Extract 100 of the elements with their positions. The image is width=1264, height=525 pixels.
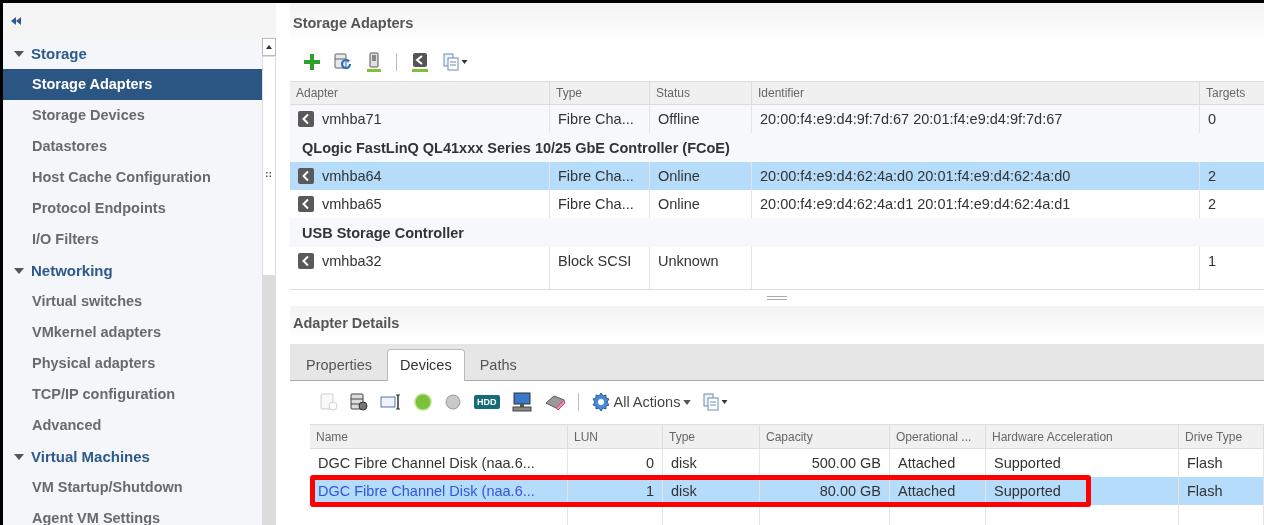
table-cell: 20:00:f4:e9:d4:62:4a:d0 20:01:f4:e9:d4:62:4a:d0 bbox=[760, 168, 1071, 185]
table-cell: 80.00 GB bbox=[819, 483, 881, 499]
sidebar-item[interactable]: TCP/IP configuration bbox=[3, 379, 262, 410]
column-header[interactable]: Operational ... bbox=[890, 425, 986, 448]
caret-icon bbox=[461, 59, 468, 64]
adapter-icon bbox=[298, 111, 314, 128]
section-header[interactable]: Networking bbox=[3, 255, 262, 286]
sidebar-item[interactable]: Datastores bbox=[3, 131, 262, 162]
grip-icon[interactable] bbox=[266, 172, 271, 177]
adapter-icon bbox=[298, 253, 314, 270]
column-header[interactable]: LUN bbox=[568, 425, 663, 448]
table-cell: Fibre Cha... bbox=[558, 196, 634, 213]
eraser-icon[interactable] bbox=[543, 393, 566, 412]
computer-icon[interactable] bbox=[511, 392, 532, 413]
table-cell: vmhba32 bbox=[322, 253, 382, 270]
tab[interactable]: Paths bbox=[466, 350, 530, 379]
column-header[interactable]: Type bbox=[550, 82, 650, 105]
storage-gear-icon[interactable] bbox=[350, 393, 368, 412]
adapter-icon bbox=[298, 168, 314, 185]
table-cell: vmhba71 bbox=[322, 111, 382, 128]
column-header[interactable]: Hardware Acceleration bbox=[986, 425, 1179, 448]
collapse-icon[interactable] bbox=[11, 16, 21, 25]
sidebar-item[interactable]: Virtual switches bbox=[3, 286, 262, 317]
sidebar-item[interactable]: Advanced bbox=[3, 410, 262, 441]
table-cell: 20:00:f4:e9:d4:62:4a:d1 20:01:f4:e9:d4:62:4a:d1 bbox=[760, 196, 1071, 213]
column-header[interactable]: Type bbox=[663, 425, 760, 448]
sidebar-item[interactable]: Protocol Endpoints bbox=[3, 193, 262, 224]
adapter-icon bbox=[298, 196, 314, 213]
table-row[interactable]: vmhba71 Fibre Cha... Offline 20:00:f4:e9:d4:9f:7d:67 20:01:f4:e9:d4:9f:7d:67 0 bbox=[290, 105, 1264, 134]
all-actions-button[interactable]: All Actions bbox=[590, 392, 692, 413]
rename-icon[interactable] bbox=[380, 393, 402, 412]
copy-icon bbox=[703, 393, 720, 412]
table-cell: 2 bbox=[1208, 196, 1217, 213]
hdd-icon[interactable]: HDD bbox=[474, 395, 500, 410]
tab[interactable]: Properties bbox=[293, 350, 386, 379]
column-header[interactable]: Drive Type bbox=[1179, 425, 1264, 448]
table-cell: 0 bbox=[645, 455, 654, 471]
column-header[interactable]: Adapter bbox=[290, 82, 550, 105]
splitter-handle[interactable] bbox=[767, 296, 787, 301]
table-cell: Supported bbox=[994, 455, 1061, 471]
sidebar-item[interactable]: Storage Adapters bbox=[3, 69, 262, 100]
copy-menu-button[interactable] bbox=[443, 52, 468, 71]
arrow-up-icon bbox=[266, 45, 272, 49]
storage-icon bbox=[320, 393, 338, 412]
panel-title: Adapter Details bbox=[293, 314, 400, 331]
tab[interactable]: Devices bbox=[387, 348, 465, 381]
table-cell: Fibre Cha... bbox=[558, 111, 634, 128]
sidebar-item[interactable]: Storage Devices bbox=[3, 100, 262, 131]
refresh-icon[interactable] bbox=[334, 52, 352, 71]
table-cell: vmhba65 bbox=[322, 196, 382, 213]
table-cell: Unknown bbox=[658, 253, 719, 270]
gear-icon bbox=[590, 392, 611, 413]
group-label: QLogic FastLinQ QL41xxx Series 10/25 GbE Controller (FCoE) bbox=[302, 139, 730, 156]
column-header[interactable]: Status bbox=[650, 82, 752, 105]
adapter-icon[interactable] bbox=[411, 51, 429, 72]
caret-icon bbox=[721, 400, 729, 405]
table-cell: Attached bbox=[898, 483, 956, 499]
sidebar-item[interactable]: I/O Filters bbox=[3, 224, 262, 255]
column-header[interactable]: Name bbox=[310, 425, 568, 448]
caret-icon bbox=[14, 453, 24, 460]
caret-icon bbox=[14, 267, 24, 274]
table-cell: 500.00 GB bbox=[811, 455, 881, 471]
section-header[interactable]: Storage bbox=[3, 38, 262, 69]
caret-icon bbox=[683, 399, 692, 405]
copy-menu-button[interactable] bbox=[703, 393, 729, 412]
table-cell: 2 bbox=[1208, 168, 1217, 185]
group-label: USB Storage Controller bbox=[302, 224, 464, 241]
table-cell: Flash bbox=[1187, 455, 1223, 471]
scroll-up-button[interactable] bbox=[262, 38, 276, 56]
table-cell: Attached bbox=[898, 455, 956, 471]
table-cell: Fibre Cha... bbox=[558, 168, 634, 185]
column-header[interactable]: Identifier bbox=[752, 82, 1200, 105]
section-header[interactable]: Virtual Machines bbox=[3, 441, 262, 472]
add-icon[interactable] bbox=[304, 53, 320, 70]
table-cell: disk bbox=[671, 483, 697, 499]
device-icon[interactable] bbox=[366, 51, 382, 72]
scrollbar-thumb[interactable] bbox=[262, 56, 276, 276]
table-cell: DGC Fibre Channel Disk (naa.6... bbox=[318, 483, 535, 499]
copy-icon bbox=[443, 52, 459, 71]
sidebar-item[interactable]: VM Startup/Shutdown bbox=[3, 472, 262, 503]
table-cell: Online bbox=[658, 196, 700, 213]
table-cell: Offline bbox=[658, 111, 700, 128]
column-header[interactable]: Capacity bbox=[760, 425, 890, 448]
table-cell: Supported bbox=[994, 483, 1061, 499]
table-cell: DGC Fibre Channel Disk (naa.6... bbox=[318, 455, 535, 471]
sidebar-item[interactable]: VMkernel adapters bbox=[3, 317, 262, 348]
table-cell: 0 bbox=[1208, 111, 1217, 128]
table-cell: 1 bbox=[645, 483, 654, 499]
sidebar-item[interactable]: Physical adapters bbox=[3, 348, 262, 379]
table-cell: 1 bbox=[1208, 253, 1217, 270]
sidebar-item[interactable]: Host Cache Configuration bbox=[3, 162, 262, 193]
table-row[interactable]: DGC Fibre Channel Disk (naa.6... 1 disk 80.00 GB Attached Supported Flash bbox=[310, 477, 1264, 505]
column-header[interactable]: Targets bbox=[1200, 82, 1264, 105]
table-cell: 20:00:f4:e9:d4:9f:7d:67 20:01:f4:e9:d4:9f:7d:67 bbox=[760, 111, 1063, 128]
table-cell: Block SCSI bbox=[558, 253, 632, 270]
table-cell: vmhba64 bbox=[322, 168, 382, 185]
table-cell: disk bbox=[671, 455, 697, 471]
table-cell: Flash bbox=[1187, 483, 1223, 499]
table-row[interactable]: vmhba64 Fibre Cha... Online 20:00:f4:e9:d4:62:4a:d0 20:01:f4:e9:d4:62:4a:d0 2 bbox=[290, 162, 1264, 191]
caret-icon bbox=[14, 50, 24, 57]
